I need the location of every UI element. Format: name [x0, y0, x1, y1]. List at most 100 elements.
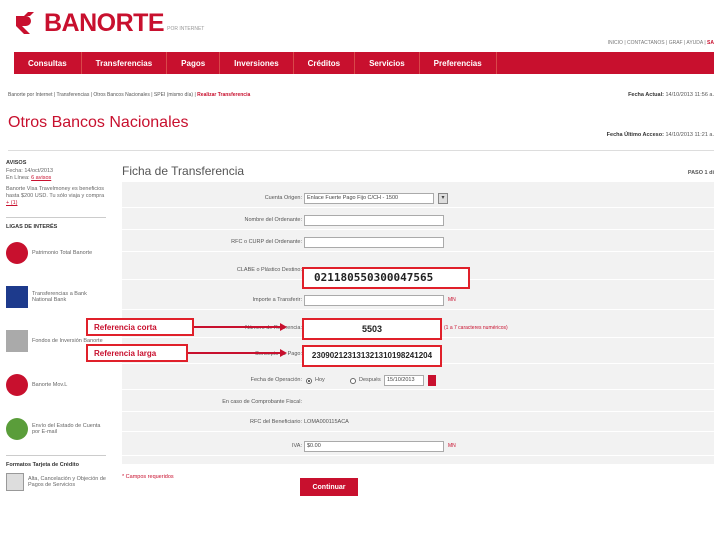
top-links[interactable]: INICIO | CONTACTANOS | GRAF | AYUDA | SA	[608, 40, 714, 46]
rfc-beneficiario-value: LOMA000115ACA	[304, 419, 349, 425]
referencia-input[interactable]: 5503	[302, 318, 442, 340]
row-nombre: Nombre del Ordenante:	[122, 212, 714, 230]
breadcrumb: Banorte por Internet | Transferencias | …	[8, 92, 250, 98]
nav-inversiones[interactable]: Inversiones	[220, 52, 294, 74]
required-note: * Campos requeridos	[122, 474, 174, 480]
brand-subtitle: POR INTERNET	[167, 26, 205, 32]
avisos-heading: AVISOS	[6, 160, 27, 166]
sidebar-link-patrimonio[interactable]: Patrimonio Total Banorte	[6, 231, 106, 275]
current-date-label: Fecha Actual:	[628, 92, 664, 98]
main-nav: Consultas Transferencias Pagos Inversion…	[14, 52, 714, 74]
rfc-beneficiario-label: RFC del Beneficiario:	[250, 419, 302, 425]
brand-name: BANORTE	[44, 8, 165, 37]
nav-transferencias[interactable]: Transferencias	[82, 52, 168, 74]
iva-label: IVA:	[292, 443, 302, 449]
fecha-hoy-label: Hoy	[315, 377, 325, 383]
fondos-icon	[6, 330, 28, 352]
fecha-despues-label: Después	[359, 377, 381, 383]
fecha-input[interactable]: 15/10/2013	[384, 375, 424, 386]
step-indicator: PASO 1 di	[687, 170, 714, 176]
form-title: Ficha de Transferencia	[122, 164, 245, 178]
sidebar-link-estado-cuenta[interactable]: Envío del Estado de Cuenta por E-mail	[6, 407, 106, 451]
avisos-link[interactable]: 6 avisos	[31, 175, 51, 181]
row-fecha: Fecha de Operación: Hoy Después 15/10/20…	[122, 372, 714, 390]
patrimonio-icon	[6, 242, 28, 264]
nombre-label: Nombre del Ordenante:	[244, 217, 302, 223]
breadcrumb-current: Realizar Transferencia	[197, 92, 251, 98]
continue-button[interactable]: Continuar	[300, 478, 358, 496]
nombre-input[interactable]	[304, 215, 444, 226]
nav-pagos[interactable]: Pagos	[167, 52, 221, 74]
sidebar-divider	[6, 455, 106, 456]
clabe-label: CLABE o Plástico Destino:	[236, 267, 302, 273]
calendar-icon[interactable]	[428, 375, 436, 386]
sidebar-link-label: Transferencias a Bank National Bank	[32, 291, 87, 303]
fecha-label: Fecha de Operación:	[250, 377, 302, 383]
referencia-hint: (1 a 7 caracteres numéricos)	[444, 325, 508, 331]
row-importe: Importe a Transferir: MN	[122, 292, 714, 310]
comprobante-label: En caso de Comprobante Fiscal:	[222, 399, 302, 405]
concepto-input[interactable]: 230902123131321310198241204	[302, 345, 442, 367]
arrow-right-icon	[280, 349, 287, 357]
sidebar-link-movil[interactable]: Banorte Mov.L	[6, 363, 106, 407]
row-rfc-beneficiario: RFC del Beneficiario: LOMA000115ACA	[122, 414, 714, 432]
last-access-date: Fecha Último Acceso: 14/10/2013 11:21 a.	[607, 132, 714, 138]
header-divider	[8, 150, 714, 151]
row-comprobante: En caso de Comprobante Fiscal:	[122, 394, 714, 412]
rfc-input[interactable]	[304, 237, 444, 248]
current-date: Fecha Actual: 14/10/2013 11:56 a.	[628, 92, 714, 98]
banorte-movil-icon	[6, 374, 28, 396]
sidebar-divider	[6, 217, 106, 218]
arrow-right-icon	[280, 323, 287, 331]
sidebar-link-label: Alta, Cancelación y Objeción de Pagos de…	[28, 476, 106, 488]
top-links-text[interactable]: INICIO | CONTACTANOS | GRAF | AYUDA |	[608, 40, 706, 46]
links-heading: LIGAS DE INTERÉS	[6, 224, 58, 230]
iva-currency: MN	[448, 443, 456, 449]
callout-referencia-larga: Referencia larga	[86, 344, 188, 362]
avisos-text: Banorte Visa Travelmoney es beneficios h…	[6, 186, 105, 199]
iva-input[interactable]: $0.00	[304, 441, 444, 452]
bank-logo-icon	[6, 286, 28, 308]
top-link-exit[interactable]: SA	[707, 40, 714, 46]
row-iva: IVA: $0.00 MN	[122, 438, 714, 456]
page-title: Otros Bancos Nacionales	[8, 114, 189, 131]
nav-consultas[interactable]: Consultas	[14, 52, 82, 74]
row-cuenta-origen: Cuenta Origen: Enlace Fuerte Pago Fijo C…	[122, 190, 714, 208]
sidebar-link-label: Patrimonio Total Banorte	[32, 250, 93, 256]
avisos-block: AVISOS Fecha: 14/oct/2013 En Línea: 6 av…	[6, 160, 106, 207]
chevron-down-icon[interactable]: ▾	[438, 193, 448, 204]
rfc-label: RFC o CURP del Ordenante:	[231, 239, 302, 245]
banorte-logo[interactable]: BANORTE POR INTERNET	[14, 8, 204, 38]
nav-creditos[interactable]: Créditos	[294, 52, 356, 74]
avisos-online-label: En Línea:	[6, 175, 30, 181]
breadcrumb-path[interactable]: Banorte por Internet | Transferencias | …	[8, 92, 196, 98]
cuenta-origen-select[interactable]: Enlace Fuerte Pago Fijo C/CH - 1500	[304, 193, 434, 204]
email-statement-icon	[6, 418, 28, 440]
importe-label: Importe a Transferir:	[252, 297, 302, 303]
current-date-value: 14/10/2013 11:56 a.	[665, 92, 714, 98]
last-access-value: 14/10/2013 11:21 a.	[665, 132, 714, 138]
avisos-online: En Línea: 6 avisos	[6, 175, 106, 182]
cuenta-origen-label: Cuenta Origen:	[264, 195, 302, 201]
callout-arrow-line	[188, 352, 282, 354]
avisos-date: Fecha: 14/oct/2013	[6, 168, 54, 174]
avisos-more-link[interactable]: + (1)	[6, 200, 106, 207]
fecha-despues-radio[interactable]	[350, 378, 356, 384]
clabe-input[interactable]: 021180550300047565	[302, 267, 470, 289]
callout-referencia-corta: Referencia corta	[86, 318, 194, 336]
document-icon	[6, 473, 24, 491]
callout-arrow-line	[194, 326, 282, 328]
sidebar-link-label: Banorte Mov.L	[32, 382, 68, 388]
last-access-label: Fecha Último Acceso:	[606, 132, 664, 138]
banorte-logo-icon	[16, 12, 34, 34]
formats-heading: Formatos Tarjeta de Crédito	[6, 462, 79, 468]
sidebar-link-label: Envío del Estado de Cuenta por E-mail	[32, 423, 101, 435]
nav-servicios[interactable]: Servicios	[355, 52, 420, 74]
nav-preferencias[interactable]: Preferencias	[420, 52, 497, 74]
row-rfc: RFC o CURP del Ordenante:	[122, 234, 714, 252]
importe-input[interactable]	[304, 295, 444, 306]
fecha-hoy-radio[interactable]	[306, 378, 312, 384]
importe-currency: MN	[448, 297, 456, 303]
sidebar-link-formato[interactable]: Alta, Cancelación y Objeción de Pagos de…	[6, 469, 106, 495]
sidebar-link-transferencias[interactable]: Transferencias a Bank National Bank	[6, 275, 106, 319]
